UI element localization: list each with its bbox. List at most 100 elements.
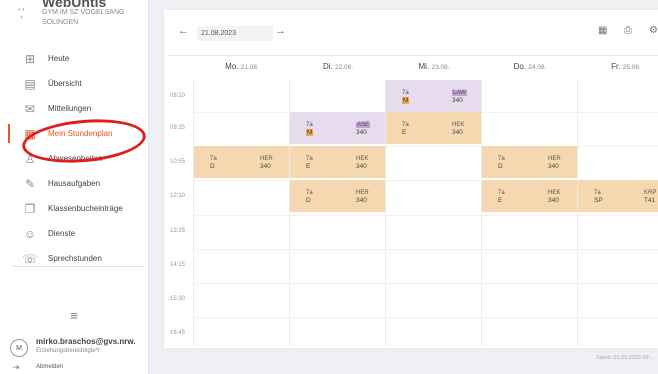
menu-icon[interactable]: ≡ [66,308,82,323]
mail-icon: ✉ [24,101,36,116]
lesson-class-text: 7a [210,156,217,162]
lesson-teacher: ASE [356,122,371,128]
lesson-teacher: HER [548,156,561,162]
next-week-button[interactable]: → [275,25,286,37]
lesson-teacher-text: HEK [356,156,369,162]
user-name[interactable]: mirko.braschos@gvs.nrw. [36,337,136,346]
lesson-card[interactable]: 7a SP KRP T41 [578,180,658,212]
lesson-card[interactable]: 7a E HEK 340 [290,146,385,178]
print-icon[interactable]: ⎙ [624,25,632,36]
user-role: Erziehungsberechtigte*r [36,348,101,354]
lesson-subject: M [402,97,410,104]
lesson-room: 340 [548,197,559,204]
sidebar-item-grid[interactable]: ⊞ Heute [0,46,148,71]
sidebar-item-homework[interactable]: ✎ Hausaufgaben [0,171,148,196]
lesson-class: 7a [594,190,601,196]
lesson-subject-text: E [498,197,503,204]
lesson-subject: SP [594,197,603,204]
lesson-teacher: HEK [548,190,560,196]
lesson-subject: D [498,163,503,170]
logout-icon[interactable]: ⇥ [12,362,20,373]
lesson-teacher-text: LAW [452,90,467,96]
settings-icon[interactable]: ⚙ [649,25,658,36]
day-header: Mi. 23.08. [386,62,482,71]
lesson-card[interactable]: 7a D HER 340 [290,180,385,212]
sidebar: ʼ,ʼ WebUntis GYM IM SZ VOGELSANG SOLINGE… [0,0,149,374]
sidebar-item-classbook[interactable]: ❐ Klassenbucheinträge [0,196,148,221]
grid-column-line [577,78,578,346]
logout-link[interactable]: Abmelden [36,364,63,370]
day-name: Mo. [225,62,239,71]
lesson-class: 7a [402,90,409,96]
sidebar-item-overview[interactable]: ▤ Übersicht [0,71,148,96]
sidebar-item-absence[interactable]: ♙ Abwesenheiten [0,146,148,171]
lesson-subject-text: E [402,129,407,136]
grid-column-line [193,78,194,346]
lesson-card[interactable]: 7a D HER 340 [482,146,577,178]
brand[interactable]: ʼ,ʼ WebUntis GYM IM SZ VOGELSANG SOLINGE… [14,0,148,40]
sidebar-item-consultation[interactable]: ☏ Sprechstunden [0,246,148,271]
lesson-class-text: 7a [402,122,409,128]
sidebar-item-calendar[interactable]: ▦ Mein Stundenplan [0,121,148,146]
lesson-teacher-text: HER [548,156,561,162]
lesson-subject-text: D [306,197,311,204]
grid-row-line [193,283,658,284]
sidebar-item-duties[interactable]: ☺ Dienste [0,221,148,246]
lesson-teacher: HER [356,190,369,196]
lesson-room: 340 [356,163,367,170]
lesson-subject-text: D [498,163,503,170]
sidebar-item-label: Hausaufgaben [48,179,101,188]
lesson-class-text: 7a [306,190,313,196]
prev-week-button[interactable]: ← [178,25,189,37]
day-header: Di. 22.08. [290,62,386,71]
lesson-class: 7a [306,190,313,196]
day-date: 23.08. [431,64,450,71]
lesson-class-text: 7a [306,156,313,162]
sidebar-item-label: Heute [48,54,70,63]
lesson-teacher: HEK [356,156,368,162]
lesson-room-text: 340 [548,163,559,170]
lesson-card[interactable]: 7a M ASE 340 [290,112,385,144]
lesson-class: 7a [306,122,313,128]
lesson-room: T41 [644,197,655,204]
sidebar-nav: ⊞ Heute ▤ Übersicht ✉ Mitteilungen ▦ Mein Stund… [0,46,148,271]
absence-icon: ♙ [24,151,36,166]
time-label: 13:25 [170,228,186,234]
sidebar-divider [12,266,144,267]
lesson-card[interactable]: 7a E HEK 340 [482,180,577,212]
sidebar-item-label: Klassenbucheinträge [48,204,123,213]
lesson-teacher: LAW [452,90,467,96]
last-updated-stamp: Stand: 02.09.2023 09:... [596,355,655,361]
lesson-room: 340 [452,97,463,104]
sidebar-item-label: Mein Stundenplan [48,129,113,138]
sidebar-item-label: Abwesenheiten [48,154,103,163]
lesson-card[interactable]: 7a M LAW 340 [386,80,481,112]
lesson-room-text: 340 [548,197,559,204]
lesson-class: 7a [402,122,409,128]
lesson-class-text: 7a [594,190,601,196]
day-header: Do. 24.08. [482,62,578,71]
school-city: SOLINGEN [42,19,79,26]
calendar-icon: ▦ [24,126,36,141]
sidebar-item-mail[interactable]: ✉ Mitteilungen [0,96,148,121]
homework-icon: ✎ [24,176,36,191]
lesson-room-text: 340 [356,197,367,204]
lesson-room: 340 [260,163,271,170]
school-name: GYM IM SZ VOGELSANG [42,9,125,16]
lesson-card[interactable]: 7a D HER 340 [194,146,289,178]
lesson-subject: M [306,129,314,136]
lesson-subject-text: M [402,97,410,104]
lesson-card[interactable]: 7a E HEK 340 [386,112,481,144]
date-input[interactable] [197,26,273,41]
day-date: 25.08. [622,64,641,71]
grid-icon: ⊞ [24,51,36,66]
lesson-room-text: 340 [452,129,463,136]
time-label: 08:10 [170,93,186,99]
avatar[interactable]: M [10,339,28,357]
day-header: Fr. 25.08. [578,62,658,71]
duties-icon: ☺ [23,226,37,241]
lesson-room-text: 340 [356,163,367,170]
lesson-room-text: T41 [644,197,656,204]
calendar-icon[interactable]: ▦ [598,25,607,36]
day-name: Do. [513,62,527,71]
